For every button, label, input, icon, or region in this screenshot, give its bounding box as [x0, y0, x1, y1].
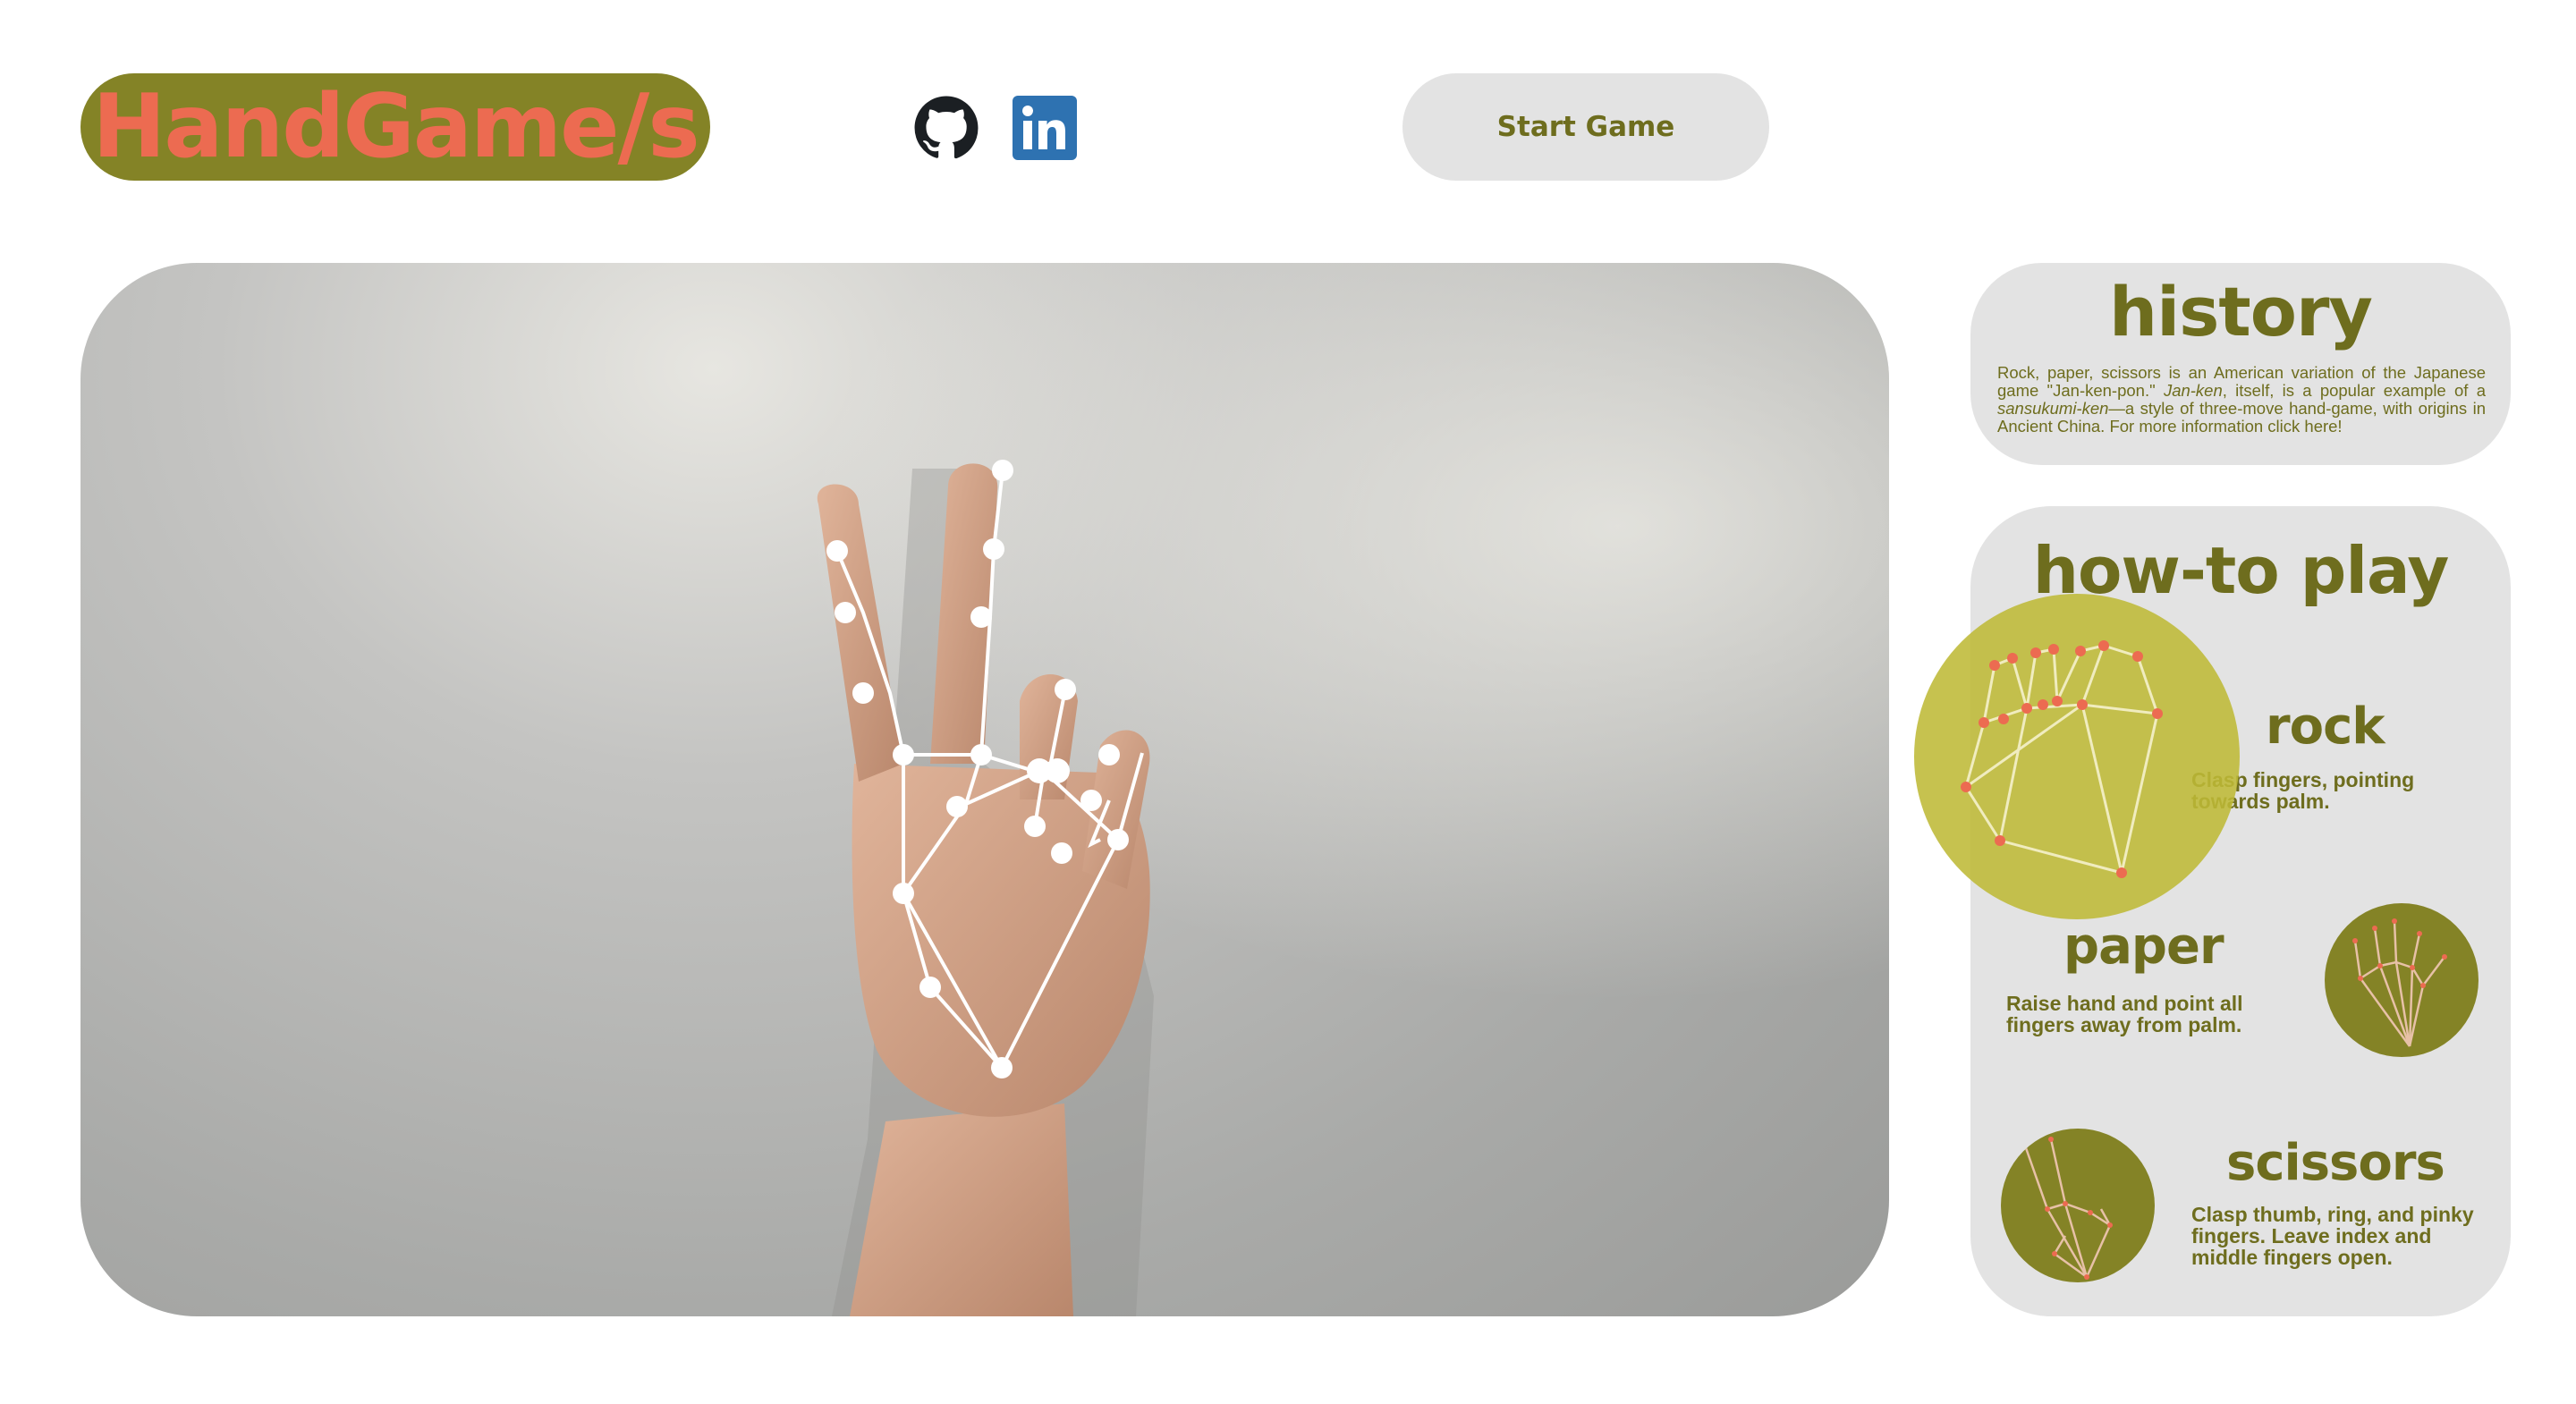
paper-description: Raise hand and point all fingers away fr…: [2006, 992, 2243, 1036]
github-icon[interactable]: [913, 95, 979, 161]
scissors-description: Clasp thumb, ring, and pinky fingers. Le…: [2191, 1203, 2474, 1269]
paper-title: paper: [2063, 918, 2224, 976]
camera-feed: [80, 263, 1889, 1316]
rock-hand-icon: [1914, 594, 2240, 919]
history-text[interactable]: Rock, paper, scissors is an American var…: [1997, 364, 2486, 436]
rock-title: rock: [2266, 698, 2385, 756]
hand-video-frame: [80, 263, 1889, 1316]
logo[interactable]: HandGame/s: [80, 73, 710, 181]
history-title: history: [2109, 272, 2373, 351]
scissors-title: scissors: [2226, 1134, 2445, 1192]
paper-hand-icon: [2325, 903, 2479, 1057]
linkedin-icon[interactable]: [1013, 96, 1077, 160]
history-card: history Rock, paper, scissors is an Amer…: [1970, 263, 2511, 465]
scissors-hand-icon: [2001, 1129, 2155, 1282]
start-game-button[interactable]: Start Game: [1402, 73, 1769, 181]
